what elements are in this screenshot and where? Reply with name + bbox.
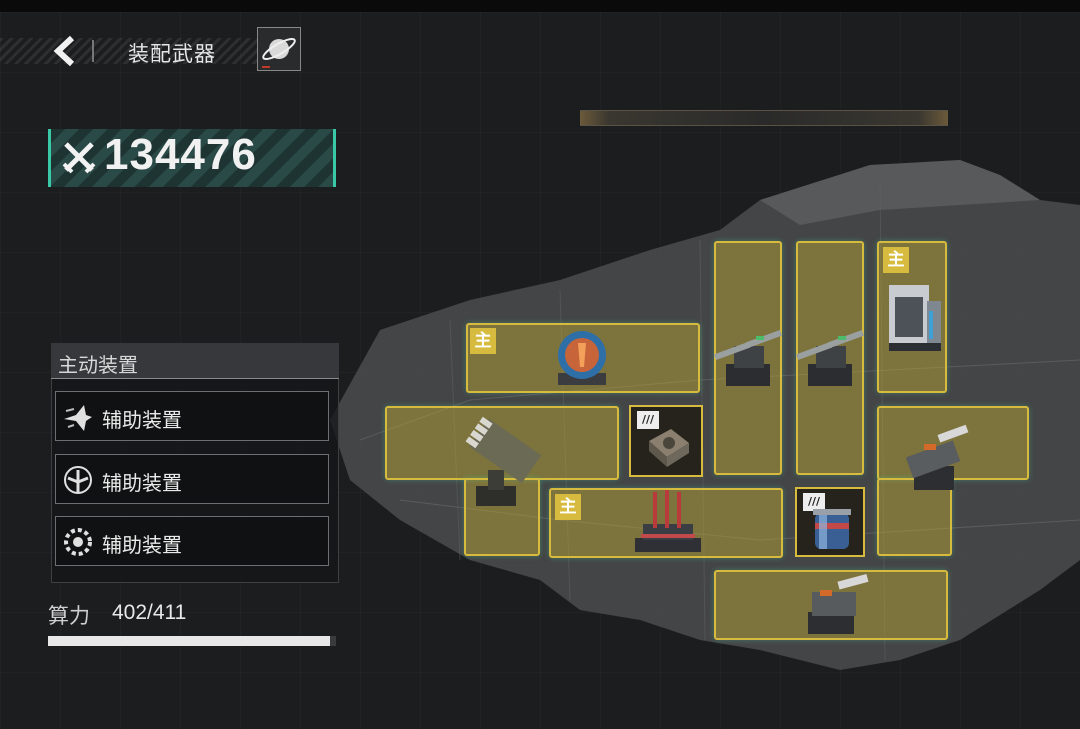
compute-bar-fill: [48, 636, 330, 646]
weapon-slot-missile[interactable]: 主: [549, 488, 783, 558]
compute-label: 算力: [48, 604, 90, 628]
page-title: 装配武器: [128, 42, 216, 66]
armor-module-icon: [889, 285, 941, 351]
panel-title: 主动装置: [58, 353, 138, 377]
main-badge: 主: [470, 328, 496, 354]
railgun-icon: [905, 424, 969, 490]
main-badge: 主: [883, 247, 909, 273]
shield-generator-icon: [558, 331, 606, 385]
main-badge: 主: [555, 494, 581, 520]
weapon-slot-shield[interactable]: 主: [466, 323, 700, 393]
aircraft-icon: [64, 405, 92, 431]
aux-device-slot-3[interactable]: 辅助装置: [55, 516, 329, 566]
aux-device-slot-1[interactable]: 辅助装置: [55, 391, 329, 441]
gear-target-icon: [64, 528, 92, 556]
twin-turret-icon: [714, 330, 782, 386]
weapon-slot-armor[interactable]: 主: [877, 241, 947, 393]
rocket-launcher-icon: [465, 416, 542, 506]
planet-icon: [262, 38, 296, 68]
header-divider: [92, 40, 94, 62]
status-bar: [580, 110, 948, 126]
module-slot-canister[interactable]: ///: [795, 487, 865, 557]
twin-turret-icon: [796, 330, 864, 386]
weapon-slot-heavy-cannon[interactable]: [714, 570, 948, 640]
compute-bar: [48, 636, 336, 646]
crossed-swords-icon: [62, 142, 96, 174]
target-wings-icon: [64, 466, 92, 494]
planet-button[interactable]: [257, 27, 301, 71]
back-button[interactable]: [52, 34, 82, 68]
compute-value: 402/411: [112, 601, 187, 624]
chevron-left-icon: [53, 35, 75, 67]
aux-device-slot-2[interactable]: 辅助装置: [55, 454, 329, 504]
combat-power-value: 134476: [104, 130, 257, 179]
circuit-module-icon: [649, 429, 689, 467]
slot-label: 辅助装置: [102, 533, 182, 557]
missile-tower-icon: [635, 490, 701, 552]
energy-canister-icon: [813, 509, 851, 549]
module-slot-circuit[interactable]: ///: [629, 405, 703, 477]
slot-label: 辅助装置: [102, 408, 182, 432]
slot-label: 辅助装置: [102, 471, 182, 495]
heavy-cannon-icon: [808, 573, 869, 634]
